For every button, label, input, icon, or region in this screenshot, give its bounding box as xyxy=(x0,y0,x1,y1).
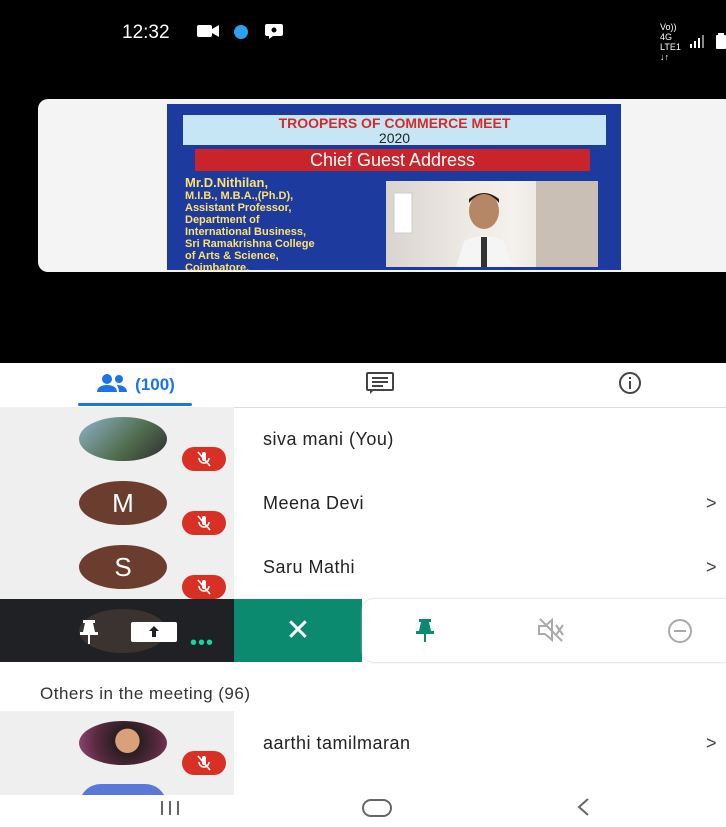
speaker-line: Sri Ramakrishna College xyxy=(185,238,315,250)
avatar: S xyxy=(79,545,167,589)
slide-year: 2020 xyxy=(378,130,411,146)
people-icon xyxy=(95,373,129,398)
participant-name: Meena Devi xyxy=(263,493,365,513)
chat-bubble-icon xyxy=(264,22,284,45)
pin-icon[interactable] xyxy=(74,618,104,651)
avatar xyxy=(79,721,167,765)
participant-row[interactable]: S Saru Mathi > xyxy=(0,535,726,599)
chevron-right-icon[interactable]: > xyxy=(706,733,717,754)
pin-participant-icon[interactable] xyxy=(411,617,439,648)
participant-actions xyxy=(362,599,726,662)
back-icon[interactable] xyxy=(574,796,594,824)
participant-name: Saru Mathi xyxy=(263,557,356,577)
speaker-line: Department of xyxy=(185,214,260,226)
tab-chat[interactable] xyxy=(350,363,410,407)
chat-icon xyxy=(365,371,395,400)
slide-title-box: TROOPERS OF COMMERCE MEET 2020 xyxy=(183,115,606,145)
home-icon[interactable] xyxy=(360,796,394,824)
network-label: Vo)) 4G LTE1 ↓↑ xyxy=(660,22,681,62)
status-time: 12:32 xyxy=(122,22,170,43)
mic-off-icon xyxy=(182,447,226,471)
mic-off-icon xyxy=(182,575,226,599)
remove-participant-icon[interactable] xyxy=(667,618,693,649)
tab-info[interactable] xyxy=(600,363,660,407)
chevron-right-icon[interactable]: > xyxy=(706,493,717,514)
panel-tabs: (100) xyxy=(0,363,726,408)
tab-active-indicator xyxy=(78,403,192,406)
chevron-right-icon[interactable]: > xyxy=(706,557,717,578)
participant-name: siva mani (You) xyxy=(263,429,394,449)
speaker-line: Assistant Professor, xyxy=(185,202,292,214)
slide-title: TROOPERS OF COMMERCE MEET xyxy=(278,115,511,131)
tab-people[interactable]: (100) xyxy=(78,363,192,407)
speaker-details: Mr.D.Nithilan, M.I.B., M.B.A.,(Ph.D), As… xyxy=(185,175,395,275)
others-section-title: Others in the meeting (96) xyxy=(40,684,251,703)
present-screen-icon[interactable] xyxy=(129,620,179,649)
participant-row[interactable]: aarthi tamilmaran > xyxy=(0,711,726,775)
mic-off-icon xyxy=(182,511,226,535)
slide-subtitle: Chief Guest Address xyxy=(195,149,590,171)
recent-apps-icon[interactable] xyxy=(155,796,185,824)
participant-row[interactable]: M Meena Devi > xyxy=(0,471,726,535)
info-icon xyxy=(618,371,642,400)
people-count: (100) xyxy=(135,375,175,394)
close-button[interactable]: ✕ xyxy=(234,599,362,662)
participant-row[interactable]: siva mani (You) xyxy=(0,407,726,471)
signal-icon xyxy=(689,34,707,51)
mute-participant-icon[interactable] xyxy=(536,617,566,648)
mic-off-icon xyxy=(182,751,226,775)
battery-icon xyxy=(715,32,726,52)
avatar xyxy=(79,417,167,461)
speaker-line: M.I.B., M.B.A.,(Ph.D), xyxy=(185,190,294,202)
status-right: Vo)) 4G LTE1 ↓↑ xyxy=(660,22,726,62)
speaker-line: Coimbatore. xyxy=(185,262,250,274)
speaker-line: International Business, xyxy=(185,226,307,238)
app-notification-icon xyxy=(232,22,250,45)
video-camera-icon xyxy=(196,22,220,45)
more-options-icon[interactable]: ••• xyxy=(190,632,214,655)
speaker-line: of Arts & Science, xyxy=(185,250,279,262)
speaker-photo xyxy=(386,181,598,267)
avatar: M xyxy=(79,481,167,525)
speaker-name: Mr.D.Nithilan, xyxy=(185,175,269,190)
participant-name: aarthi tamilmaran xyxy=(263,733,411,753)
